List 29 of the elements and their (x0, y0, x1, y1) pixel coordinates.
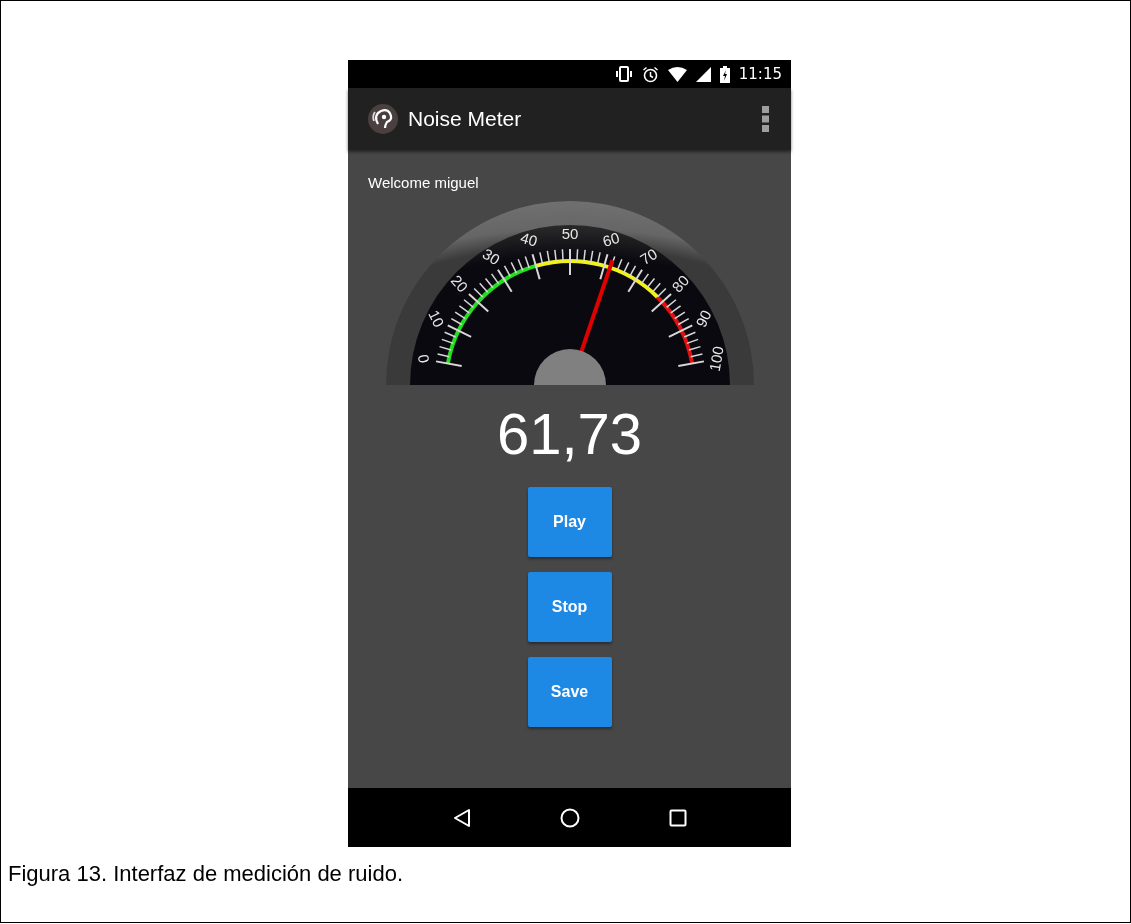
welcome-text: Welcome miguel (368, 174, 479, 191)
recents-icon[interactable] (668, 808, 687, 827)
ear-icon (368, 104, 398, 134)
scale-label: 100 (705, 344, 727, 373)
back-icon[interactable] (452, 807, 471, 828)
figure-caption: Figura 13. Interfaz de medición de ruido. (8, 861, 403, 887)
scale-label: 60 (600, 228, 621, 250)
alarm-icon (641, 65, 659, 83)
overflow-menu-icon[interactable] (762, 106, 769, 132)
scale-label: 30 (479, 244, 503, 269)
noise-reading: 61,73 (496, 405, 643, 463)
action-button[interactable]: Save (527, 657, 612, 727)
clock-time: 11:15 (738, 65, 782, 83)
signal-icon (695, 66, 711, 82)
home-icon[interactable] (559, 807, 580, 828)
wifi-icon (667, 66, 687, 82)
app-title: Noise Meter (408, 107, 523, 131)
scale-label: 80 (667, 271, 692, 296)
action-button[interactable]: Play (527, 487, 612, 557)
scale-label: 70 (636, 244, 660, 269)
scale-label: 20 (447, 271, 472, 296)
action-button[interactable]: Stop (527, 572, 612, 642)
scale-label: 50 (561, 224, 578, 242)
scale-label: 10 (424, 307, 448, 330)
vibrate-icon (614, 66, 633, 82)
scale-label: 40 (518, 228, 539, 250)
battery-icon (719, 65, 730, 83)
scale-label: 90 (691, 307, 715, 330)
scale-label: 0 (414, 353, 433, 365)
